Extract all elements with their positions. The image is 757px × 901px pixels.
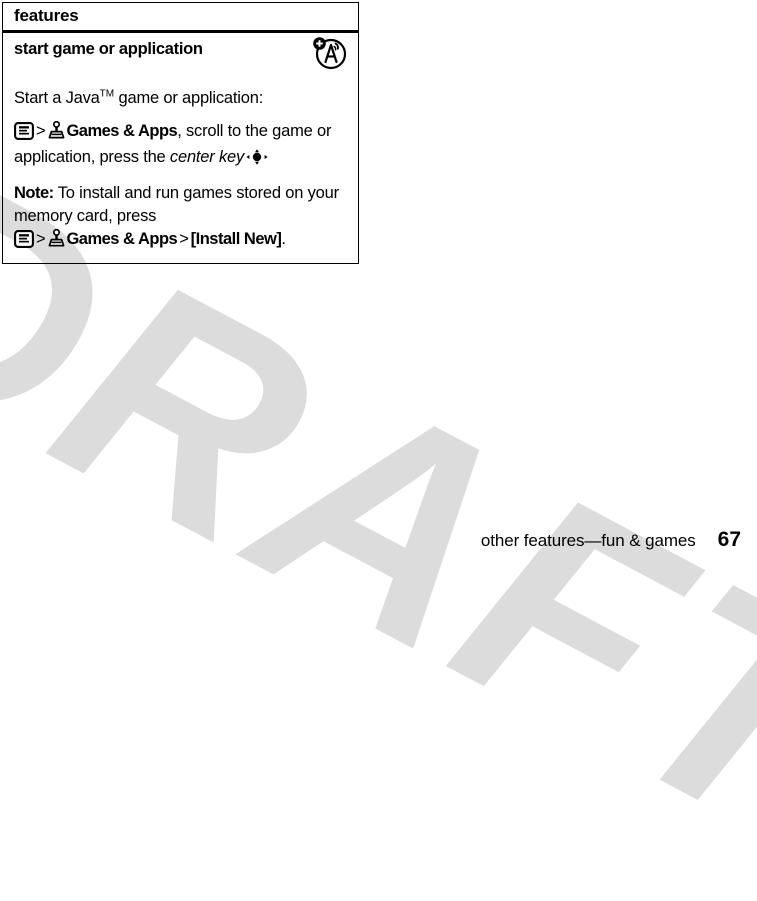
menu-item-games-and-apps[interactable]: Games & Apps [66,230,177,248]
note-separator-2: > [179,229,189,248]
note-separator-1: > [36,229,46,248]
center-key-emphasis: center key [169,148,245,167]
note-period: . [281,229,286,248]
over-the-air-download-icon [311,35,347,76]
page-number: 67 [717,528,741,551]
menu-key-icon [14,229,34,254]
trademark-mark: TM [99,88,115,100]
note-label: Note: [14,184,54,203]
games-and-apps-icon [47,120,66,146]
features-header: features [14,6,79,25]
step-separator-1: > [36,121,46,140]
step-instruction: > Games & Apps, scroll to the game or ap… [14,120,348,172]
features-callout-box: features start game or application Start… [2,2,359,265]
menu-key-icon [14,121,34,146]
section-title: start game or application [14,39,203,58]
center-key-icon [246,149,268,171]
menu-item-games-and-apps[interactable]: Games & Apps [66,122,177,140]
note-text: To install and run games stored on your … [14,184,339,225]
note-path-line: > Games & Apps > [Install New]. [14,228,348,254]
menu-item-install-new[interactable]: [Install New] [191,230,282,248]
page-footer: other features—fun & games 67 [481,528,741,552]
section-title-row: start game or application [14,36,348,76]
games-and-apps-icon [47,228,66,254]
intro-text-before: Start a Java [14,88,100,107]
intro-text-after: game or application: [114,88,264,107]
footer-section-title: other features—fun & games [480,531,696,550]
note-paragraph: Note: To install and run games stored on… [14,182,348,227]
features-body: start game or application Start a JavaTM… [3,33,358,264]
intro-paragraph: Start a JavaTM game or application: [14,87,348,109]
